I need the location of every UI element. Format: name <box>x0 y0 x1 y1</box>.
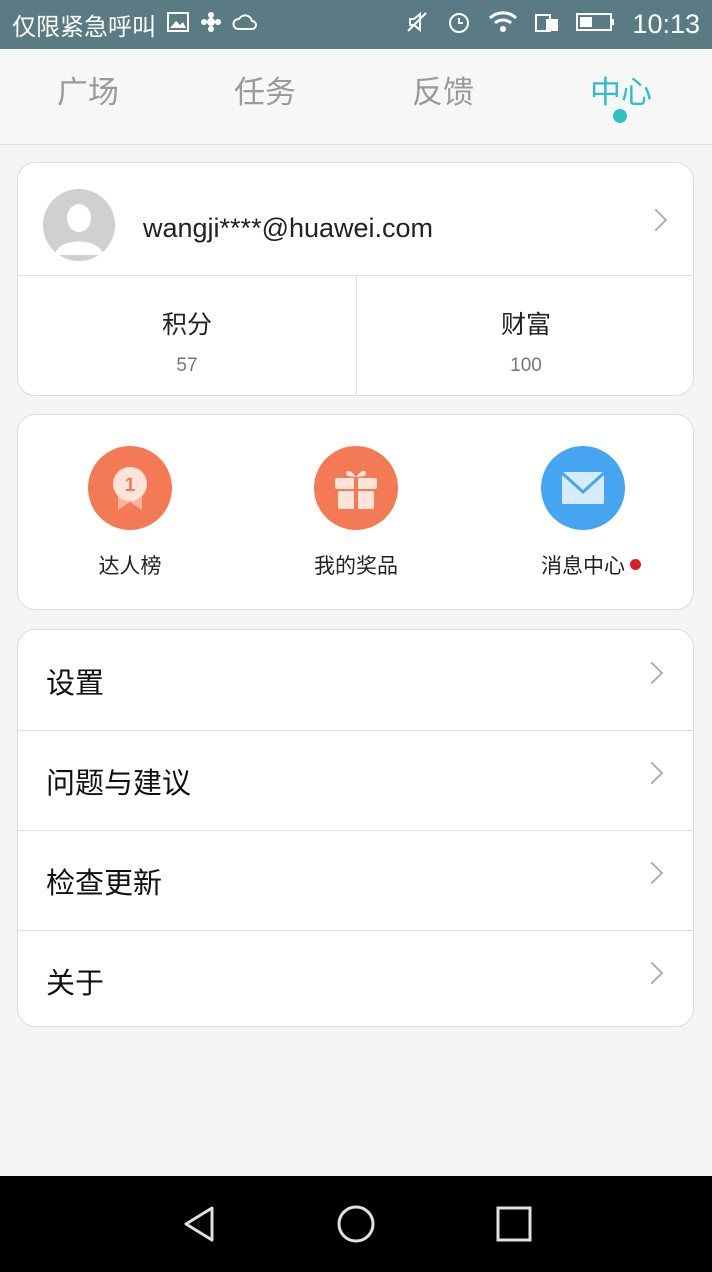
active-tab-indicator <box>613 109 627 123</box>
points-value: 57 <box>176 355 198 376</box>
user-email: wangji****@huawei.com <box>143 213 434 243</box>
points-stat[interactable]: 积分 57 <box>18 275 357 396</box>
menu-card: 设置 问题与建议 检查更新 关于 <box>17 629 694 1027</box>
cloud-icon <box>232 11 258 39</box>
tab-center[interactable]: 中心 <box>561 67 681 112</box>
my-prizes-shortcut[interactable]: 我的奖品 <box>271 446 441 580</box>
leaderboard-shortcut[interactable]: 1 达人榜 <box>45 446 215 580</box>
tab-feedback[interactable]: 反馈 <box>383 67 503 112</box>
tab-bar: 广场 任务 反馈 中心 <box>0 49 712 145</box>
clock: 10:13 <box>632 9 700 39</box>
menu-item-check-update[interactable]: 检查更新 <box>18 830 693 931</box>
avatar[interactable] <box>43 189 115 261</box>
gallery-icon <box>166 10 190 40</box>
home-icon[interactable] <box>336 1204 376 1244</box>
menu-item-feedback[interactable]: 问题与建议 <box>18 730 693 831</box>
check-update-label: 检查更新 <box>46 866 163 900</box>
mail-icon <box>541 446 625 530</box>
menu-item-settings[interactable]: 设置 <box>18 630 693 731</box>
shortcuts-card: 1 达人榜 我的奖品 消息中心 <box>17 414 694 610</box>
message-center-label: 消息中心 <box>541 550 641 580</box>
profile-card: wangji****@huawei.com 积分 57 财富 100 <box>17 162 694 396</box>
badge-number: 1 <box>125 475 136 496</box>
tab-tasks[interactable]: 任务 <box>205 67 325 112</box>
tab-square[interactable]: 广场 <box>28 67 148 112</box>
my-prizes-label: 我的奖品 <box>314 554 398 578</box>
menu-item-about[interactable]: 关于 <box>18 930 693 1030</box>
chevron-right-icon <box>640 861 664 885</box>
app-notification-icon <box>200 11 222 39</box>
chevron-right-icon <box>640 661 664 685</box>
chevron-right-icon <box>640 761 664 785</box>
wealth-stat[interactable]: 财富 100 <box>357 275 695 396</box>
gift-icon <box>314 446 398 530</box>
notification-dot <box>630 559 641 570</box>
back-icon[interactable] <box>180 1204 220 1244</box>
wealth-value: 100 <box>510 355 542 376</box>
sim-icon <box>534 10 560 40</box>
message-center-text: 消息中心 <box>541 554 625 578</box>
battery-icon <box>576 11 616 39</box>
about-label: 关于 <box>46 966 105 1000</box>
leaderboard-label: 达人榜 <box>98 554 162 578</box>
wifi-icon <box>488 10 518 40</box>
profile-row[interactable]: wangji****@huawei.com <box>18 163 693 276</box>
alarm-icon <box>446 9 472 41</box>
wealth-label: 财富 <box>500 310 551 339</box>
system-nav-bar <box>0 1176 712 1272</box>
settings-label: 设置 <box>46 666 105 700</box>
points-label: 积分 <box>161 310 212 339</box>
chevron-right-icon <box>644 208 668 232</box>
feedback-label: 问题与建议 <box>46 766 192 800</box>
chevron-right-icon <box>640 961 664 985</box>
status-bar: 仅限紧急呼叫 10:13 <box>0 0 712 49</box>
carrier-text: 仅限紧急呼叫 <box>12 13 156 41</box>
badge-icon: 1 <box>88 446 172 530</box>
message-center-shortcut[interactable]: 消息中心 <box>498 446 668 580</box>
mute-icon <box>404 9 430 41</box>
recent-apps-icon[interactable] <box>495 1205 533 1243</box>
